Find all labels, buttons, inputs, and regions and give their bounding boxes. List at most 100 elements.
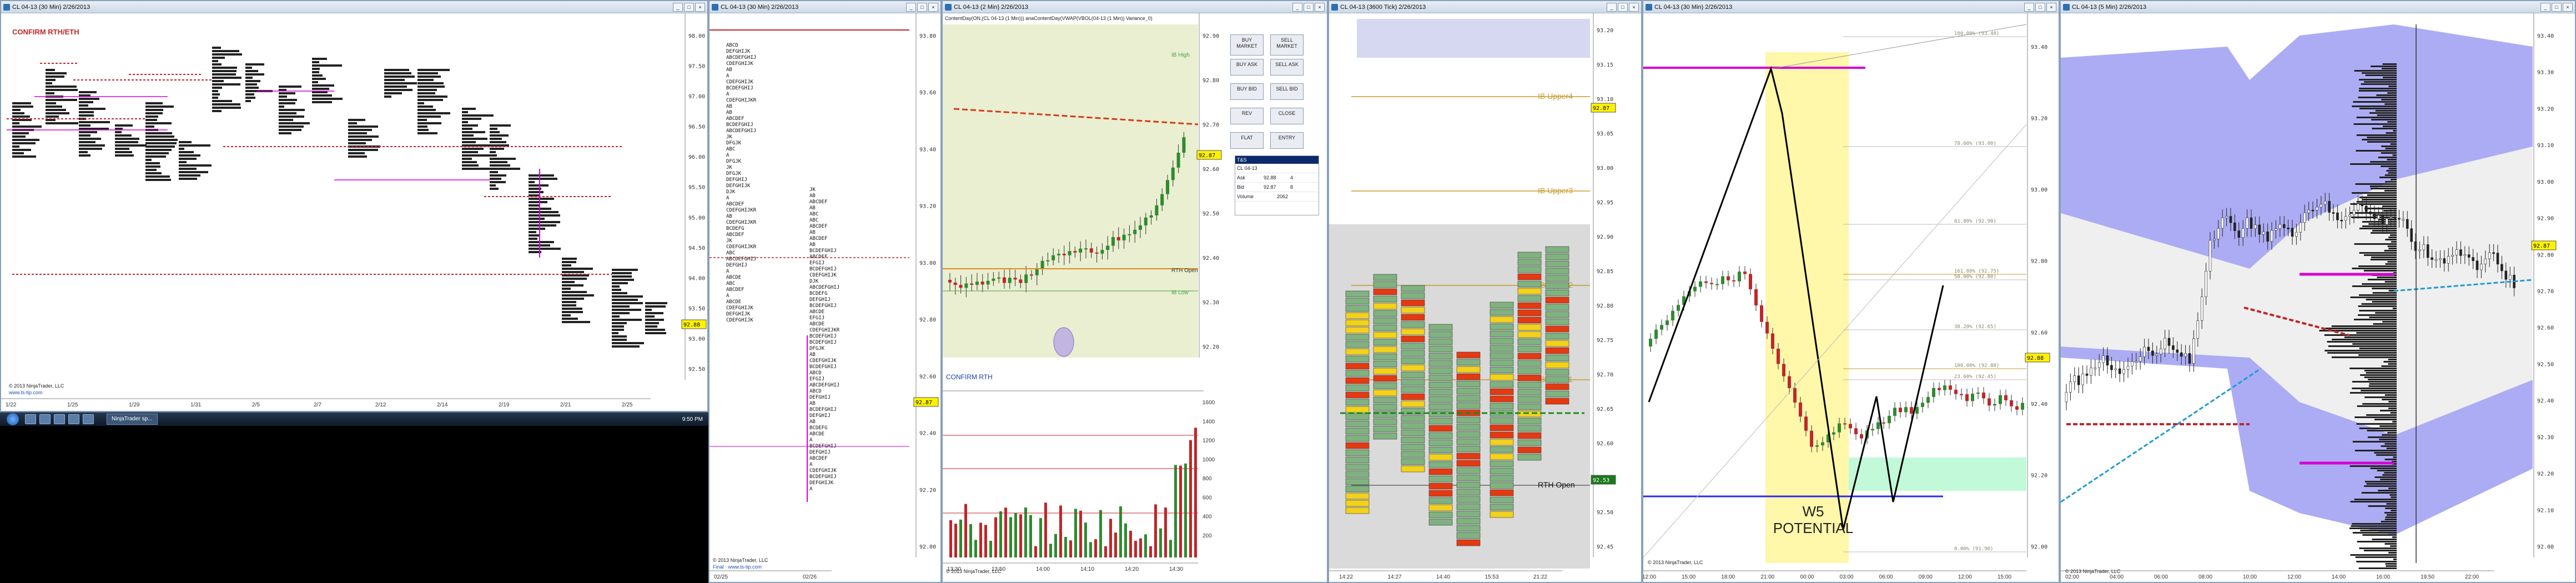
chart-area[interactable]: IB High IB Low RTH Open 92.90 92.80 92.70 92.6… [943, 13, 1327, 582]
tpo-letters: BCDEFGHIJ [809, 334, 837, 339]
chart-area[interactable]: 100.00% (93.40) 78.60% (93.00) 61.80% (92.… [1643, 13, 2059, 582]
explorer-icon[interactable] [25, 414, 36, 424]
close-icon[interactable]: × [695, 2, 705, 12]
volume-profile-bar [2359, 428, 2397, 429]
close-button[interactable]: CLOSE [1270, 108, 1304, 124]
volume-profile-bar [2373, 323, 2397, 325]
chart-area[interactable]: 98.00 97.50 97.00 96.50 96.00 95.50 95.00 94.50… [1, 13, 707, 411]
buy-market-button[interactable]: BUY MARKET [1230, 34, 1264, 56]
tpo-letters: A [726, 73, 729, 79]
candle-body [2332, 212, 2335, 214]
maximize-icon[interactable]: □ [917, 2, 927, 12]
time-tick-label: 14:40 [1436, 574, 1450, 580]
footprint-cell [1456, 438, 1481, 445]
tpo-bar [612, 292, 627, 294]
chart-window-2[interactable]: CL 04-13 (30 Min) 2/26/2013 _ □ × ABCD DEFG… [708, 0, 942, 583]
candle-body [1040, 260, 1044, 269]
footprint-cell [1545, 340, 1569, 347]
site-link[interactable]: www.ts-tip.com [9, 390, 43, 395]
chart-window-1[interactable]: CL 04-13 (30 Min) 2/26/2013 _ □ × 98.00 97.… [0, 0, 708, 412]
chart-window-4[interactable]: CL 04-13 (3600 Tick) 2/26/2013 _ □ × IB Up… [1328, 0, 1642, 583]
footprint-cell [1345, 298, 1370, 305]
title-bar[interactable]: CL 04-13 (30 Min) 2/26/2013 _ □ × [1643, 1, 2059, 13]
volume-profile-bar [2371, 257, 2397, 258]
terminal-icon[interactable] [83, 414, 94, 424]
maximize-icon[interactable]: □ [1304, 2, 1314, 12]
taskbar-app-ninjatrader[interactable]: NinjaTrader sp... [107, 414, 158, 425]
volume-profile-bar [2355, 556, 2397, 558]
candle-body [2480, 264, 2483, 270]
chart-window-5[interactable]: CL 04-13 (30 Min) 2/26/2013 _ □ × 100.00% … [1642, 0, 2060, 583]
close-icon[interactable]: × [928, 2, 938, 12]
volume-profile-bar [2385, 516, 2397, 518]
candle-body [2102, 355, 2105, 363]
volume-profile-bar [2363, 270, 2397, 272]
browser-icon[interactable] [39, 414, 51, 424]
tpo-bar [490, 131, 500, 133]
volume-profile-bar [2356, 134, 2397, 136]
media-icon[interactable] [68, 414, 79, 424]
tpo-letters: DEFGHIJ [809, 297, 831, 303]
close-icon[interactable]: × [2046, 2, 2056, 12]
close-icon[interactable]: × [1629, 2, 1639, 12]
tpo-bar [529, 234, 540, 237]
title-bar[interactable]: CL 04-13 (5 Min) 2/26/2013 _ □ × [2061, 1, 2575, 13]
chart-window-6[interactable]: CL 04-13 (5 Min) 2/26/2013 _ □ × 93.40 93.3… [2060, 0, 2576, 583]
title-bar[interactable]: CL 04-13 (3600 Tick) 2/26/2013 _ □ × [1329, 1, 1641, 13]
tpo-bar [179, 178, 197, 180]
tpo-bar [348, 155, 367, 158]
minimize-icon[interactable]: _ [2540, 2, 2550, 12]
minimize-icon[interactable]: _ [906, 2, 916, 12]
volume-bar [1104, 546, 1107, 557]
close-icon[interactable]: × [2563, 2, 2573, 12]
buy-ask-button[interactable]: BUY ASK [1230, 59, 1264, 76]
maximize-icon[interactable]: □ [1618, 2, 1628, 12]
minimize-icon[interactable]: _ [1292, 2, 1302, 12]
volume-profile-bar [2352, 285, 2397, 287]
buy-bid-button[interactable]: BUY BID [1230, 83, 1264, 100]
minimize-icon[interactable]: _ [673, 2, 683, 12]
title-bar[interactable]: CL 04-13 (30 Min) 2/26/2013 _ □ × [710, 1, 940, 13]
flat-button[interactable]: FLAT [1230, 132, 1264, 149]
title-bar[interactable]: CL 04-13 (2 Min) 2/26/2013 _ □ × [943, 1, 1327, 13]
footprint-cell [1428, 345, 1453, 353]
site-link[interactable]: Final · www.ts-tip.com [713, 564, 762, 570]
footprint-cell [1490, 316, 1514, 323]
time-tick-label: 2/5 [252, 402, 260, 408]
minimize-icon[interactable]: _ [2024, 2, 2034, 12]
footprint-cell [1345, 399, 1370, 406]
maximize-icon[interactable]: □ [2035, 2, 2045, 12]
chart-area[interactable]: IB Upper4IB Upper3IB Upper2IB Upper1RTH … [1329, 13, 1641, 582]
candle-body [2336, 212, 2339, 220]
chart-area[interactable]: 93.40 93.30 93.20 93.10 93.00 92.90 92.80 92.70… [2061, 13, 2575, 582]
tpo-bar [46, 102, 56, 104]
footprint-cell [1428, 374, 1453, 381]
maximize-icon[interactable]: □ [2552, 2, 2562, 12]
chart-area[interactable]: ABCD DEFGHIJK ABCDEFGHIJ CDEFGHIJK AB A CDEFGH… [710, 13, 940, 582]
entry-button[interactable]: ENTRY [1270, 132, 1304, 149]
volume-profile-bar [2331, 356, 2397, 358]
volume-tick-label: 200 [1203, 533, 1212, 539]
sell-bid-button[interactable]: SELL BID [1270, 83, 1304, 100]
footprint-cell [1428, 324, 1453, 331]
volume-profile-bar [2385, 239, 2397, 240]
title-bar[interactable]: CL 04-13 (30 Min) 2/26/2013 _ □ × [1, 1, 707, 13]
tpo-letters: CDEFGHIJK [809, 358, 837, 364]
volume-profile-bar [2352, 192, 2397, 194]
price-tick-label: 92.60 [1203, 167, 1219, 173]
start-orb-icon[interactable] [7, 413, 19, 425]
footprint-cell [1401, 306, 1425, 314]
folder-icon[interactable] [54, 414, 65, 424]
close-icon[interactable]: × [1315, 2, 1325, 12]
sell-market-button[interactable]: SELL MARKET [1270, 34, 1304, 56]
tpo-letters: AB [726, 67, 732, 73]
volume-profile-bar [2382, 434, 2397, 436]
candle-body [1046, 260, 1050, 262]
rev-button[interactable]: REV [1230, 108, 1264, 124]
time-tick-label: 19:50 [2421, 574, 2434, 580]
candle-body [2021, 403, 2024, 410]
maximize-icon[interactable]: □ [684, 2, 694, 12]
minimize-icon[interactable]: _ [1607, 2, 1617, 12]
candle-body [2217, 228, 2220, 239]
sell-ask-button[interactable]: SELL ASK [1270, 59, 1304, 76]
